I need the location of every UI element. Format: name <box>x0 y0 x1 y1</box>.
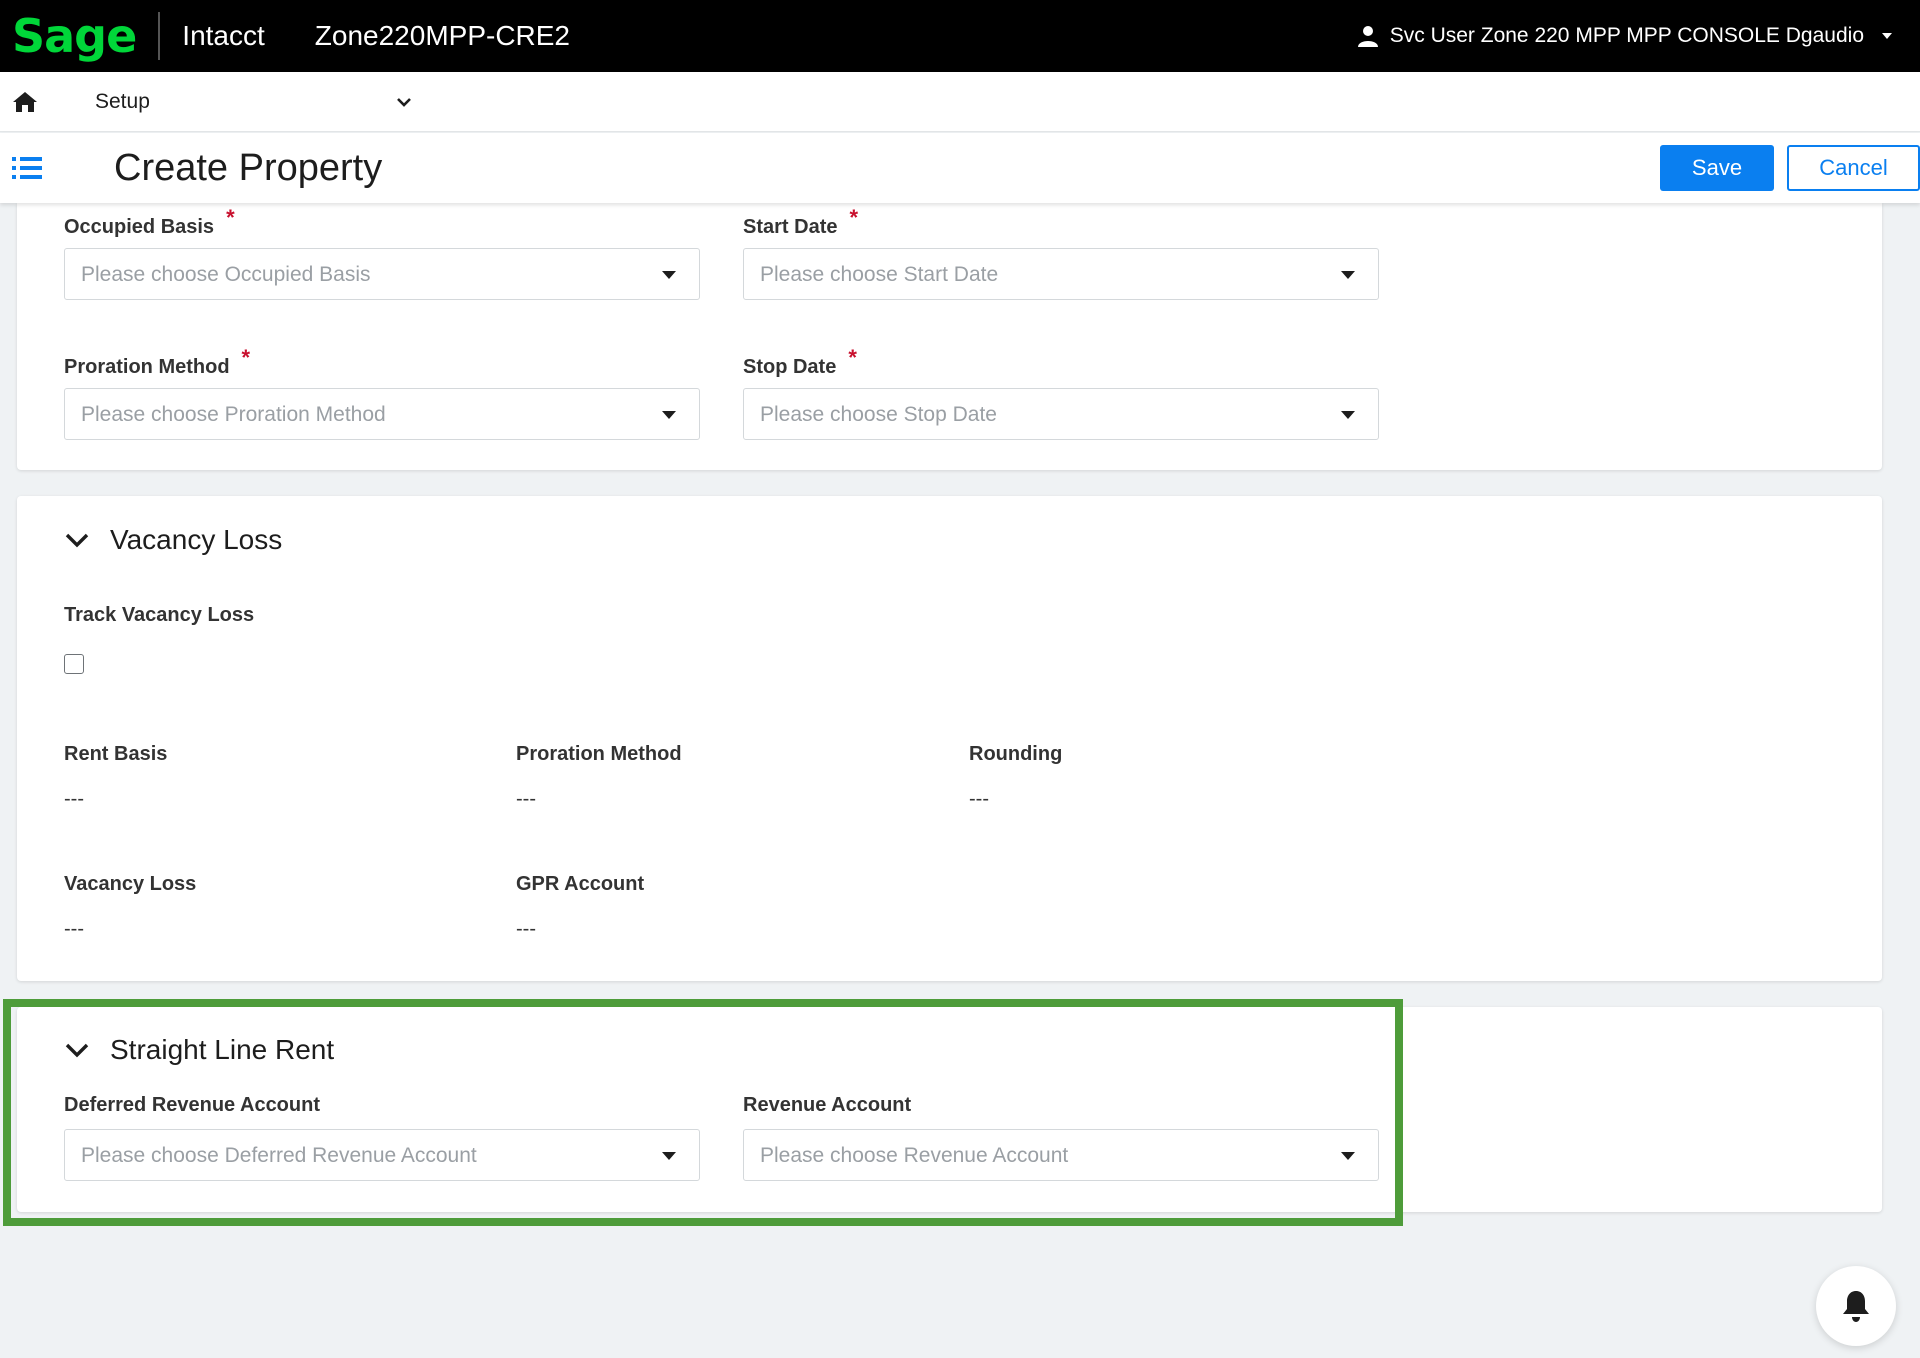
rounding-label: Rounding <box>969 743 1063 765</box>
chevron-down-icon[interactable] <box>396 94 412 110</box>
vacancy-loss-header[interactable]: Vacancy Loss <box>64 524 282 556</box>
occupied-basis-placeholder: Please choose Occupied Basis <box>81 263 371 286</box>
vl-proration-method-label: Proration Method <box>516 743 682 765</box>
deferred-revenue-account-label: Deferred Revenue Account <box>64 1094 320 1116</box>
sage-logo[interactable]: Sage <box>12 13 137 59</box>
bell-icon <box>1843 1291 1869 1322</box>
proration-method-placeholder: Please choose Proration Method <box>81 403 386 426</box>
save-button[interactable]: Save <box>1660 145 1774 191</box>
rent-basis-value: --- <box>64 788 84 810</box>
deferred-revenue-account-placeholder: Please choose Deferred Revenue Account <box>81 1144 477 1167</box>
stop-date-placeholder: Please choose Stop Date <box>760 403 997 426</box>
occupied-basis-select[interactable]: Please choose Occupied Basis <box>64 248 700 300</box>
vacancy-loss-label: Vacancy Loss <box>64 873 197 895</box>
rounding-value: --- <box>969 788 989 810</box>
notifications-button[interactable] <box>1816 1266 1896 1346</box>
straight-line-rent-section: Straight Line Rent Deferred Revenue Acco… <box>17 1007 1882 1212</box>
rent-basis-label: Rent Basis <box>64 743 168 765</box>
user-menu[interactable]: Svc User Zone 220 MPP MPP CONSOLE Dgaudi… <box>1356 0 1900 72</box>
vacancy-loss-section: Vacancy Loss Track Vacancy Loss Rent Bas… <box>17 496 1882 981</box>
section-title: Vacancy Loss <box>110 524 283 555</box>
stop-date-label: Stop Date * <box>743 345 857 378</box>
module-selector[interactable]: Setup <box>95 90 150 114</box>
property-dates-section: Occupied Basis * Please choose Occupied B… <box>17 203 1882 470</box>
deferred-revenue-account-select[interactable]: Please choose Deferred Revenue Account <box>64 1129 700 1181</box>
page-header: Create Property Save Cancel <box>0 133 1920 203</box>
vl-proration-method-value: --- <box>516 788 536 810</box>
caret-down-icon <box>1341 1152 1355 1160</box>
caret-down-icon <box>1341 411 1355 419</box>
product-name: Intacct <box>182 20 265 51</box>
proration-method-label: Proration Method * <box>64 345 251 378</box>
track-vacancy-loss-label: Track Vacancy Loss <box>64 604 255 626</box>
company-name[interactable]: Zone220MPP-CRE2 <box>315 20 570 52</box>
cancel-button[interactable]: Cancel <box>1787 145 1920 191</box>
user-name: Svc User Zone 220 MPP MPP CONSOLE Dgaudi… <box>1389 24 1864 47</box>
revenue-account-label: Revenue Account <box>743 1094 912 1116</box>
vacancy-loss-value: --- <box>64 918 84 940</box>
user-icon <box>1357 26 1378 47</box>
straight-line-rent-header[interactable]: Straight Line Rent <box>64 1034 334 1066</box>
caret-down-icon <box>662 271 676 279</box>
track-vacancy-loss-checkbox[interactable] <box>64 654 84 674</box>
start-date-label: Start Date * <box>743 205 859 238</box>
caret-down-icon <box>1341 271 1355 279</box>
gpr-account-value: --- <box>516 918 536 940</box>
start-date-placeholder: Please choose Start Date <box>760 263 999 286</box>
gpr-account-label: GPR Account <box>516 873 645 895</box>
top-bar: Sage Intacct Zone220MPP-CRE2 Svc User Zo… <box>0 0 1920 72</box>
caret-down-icon <box>662 1152 676 1160</box>
revenue-account-placeholder: Please choose Revenue Account <box>760 1144 1069 1167</box>
list-icon[interactable] <box>12 155 42 181</box>
chevron-down-icon[interactable] <box>64 527 90 553</box>
occupied-basis-label: Occupied Basis * <box>64 205 235 238</box>
page-title: Create Property <box>114 147 383 189</box>
nav-bar: Setup <box>0 72 1920 132</box>
caret-down-icon <box>1882 33 1892 39</box>
start-date-select[interactable]: Please choose Start Date <box>743 248 1379 300</box>
caret-down-icon <box>662 411 676 419</box>
revenue-account-select[interactable]: Please choose Revenue Account <box>743 1129 1379 1181</box>
section-title: Straight Line Rent <box>110 1034 335 1065</box>
chevron-down-icon[interactable] <box>64 1037 90 1063</box>
home-icon[interactable] <box>12 89 38 115</box>
stop-date-select[interactable]: Please choose Stop Date <box>743 388 1379 440</box>
brand-divider <box>158 12 161 60</box>
proration-method-select[interactable]: Please choose Proration Method <box>64 388 700 440</box>
